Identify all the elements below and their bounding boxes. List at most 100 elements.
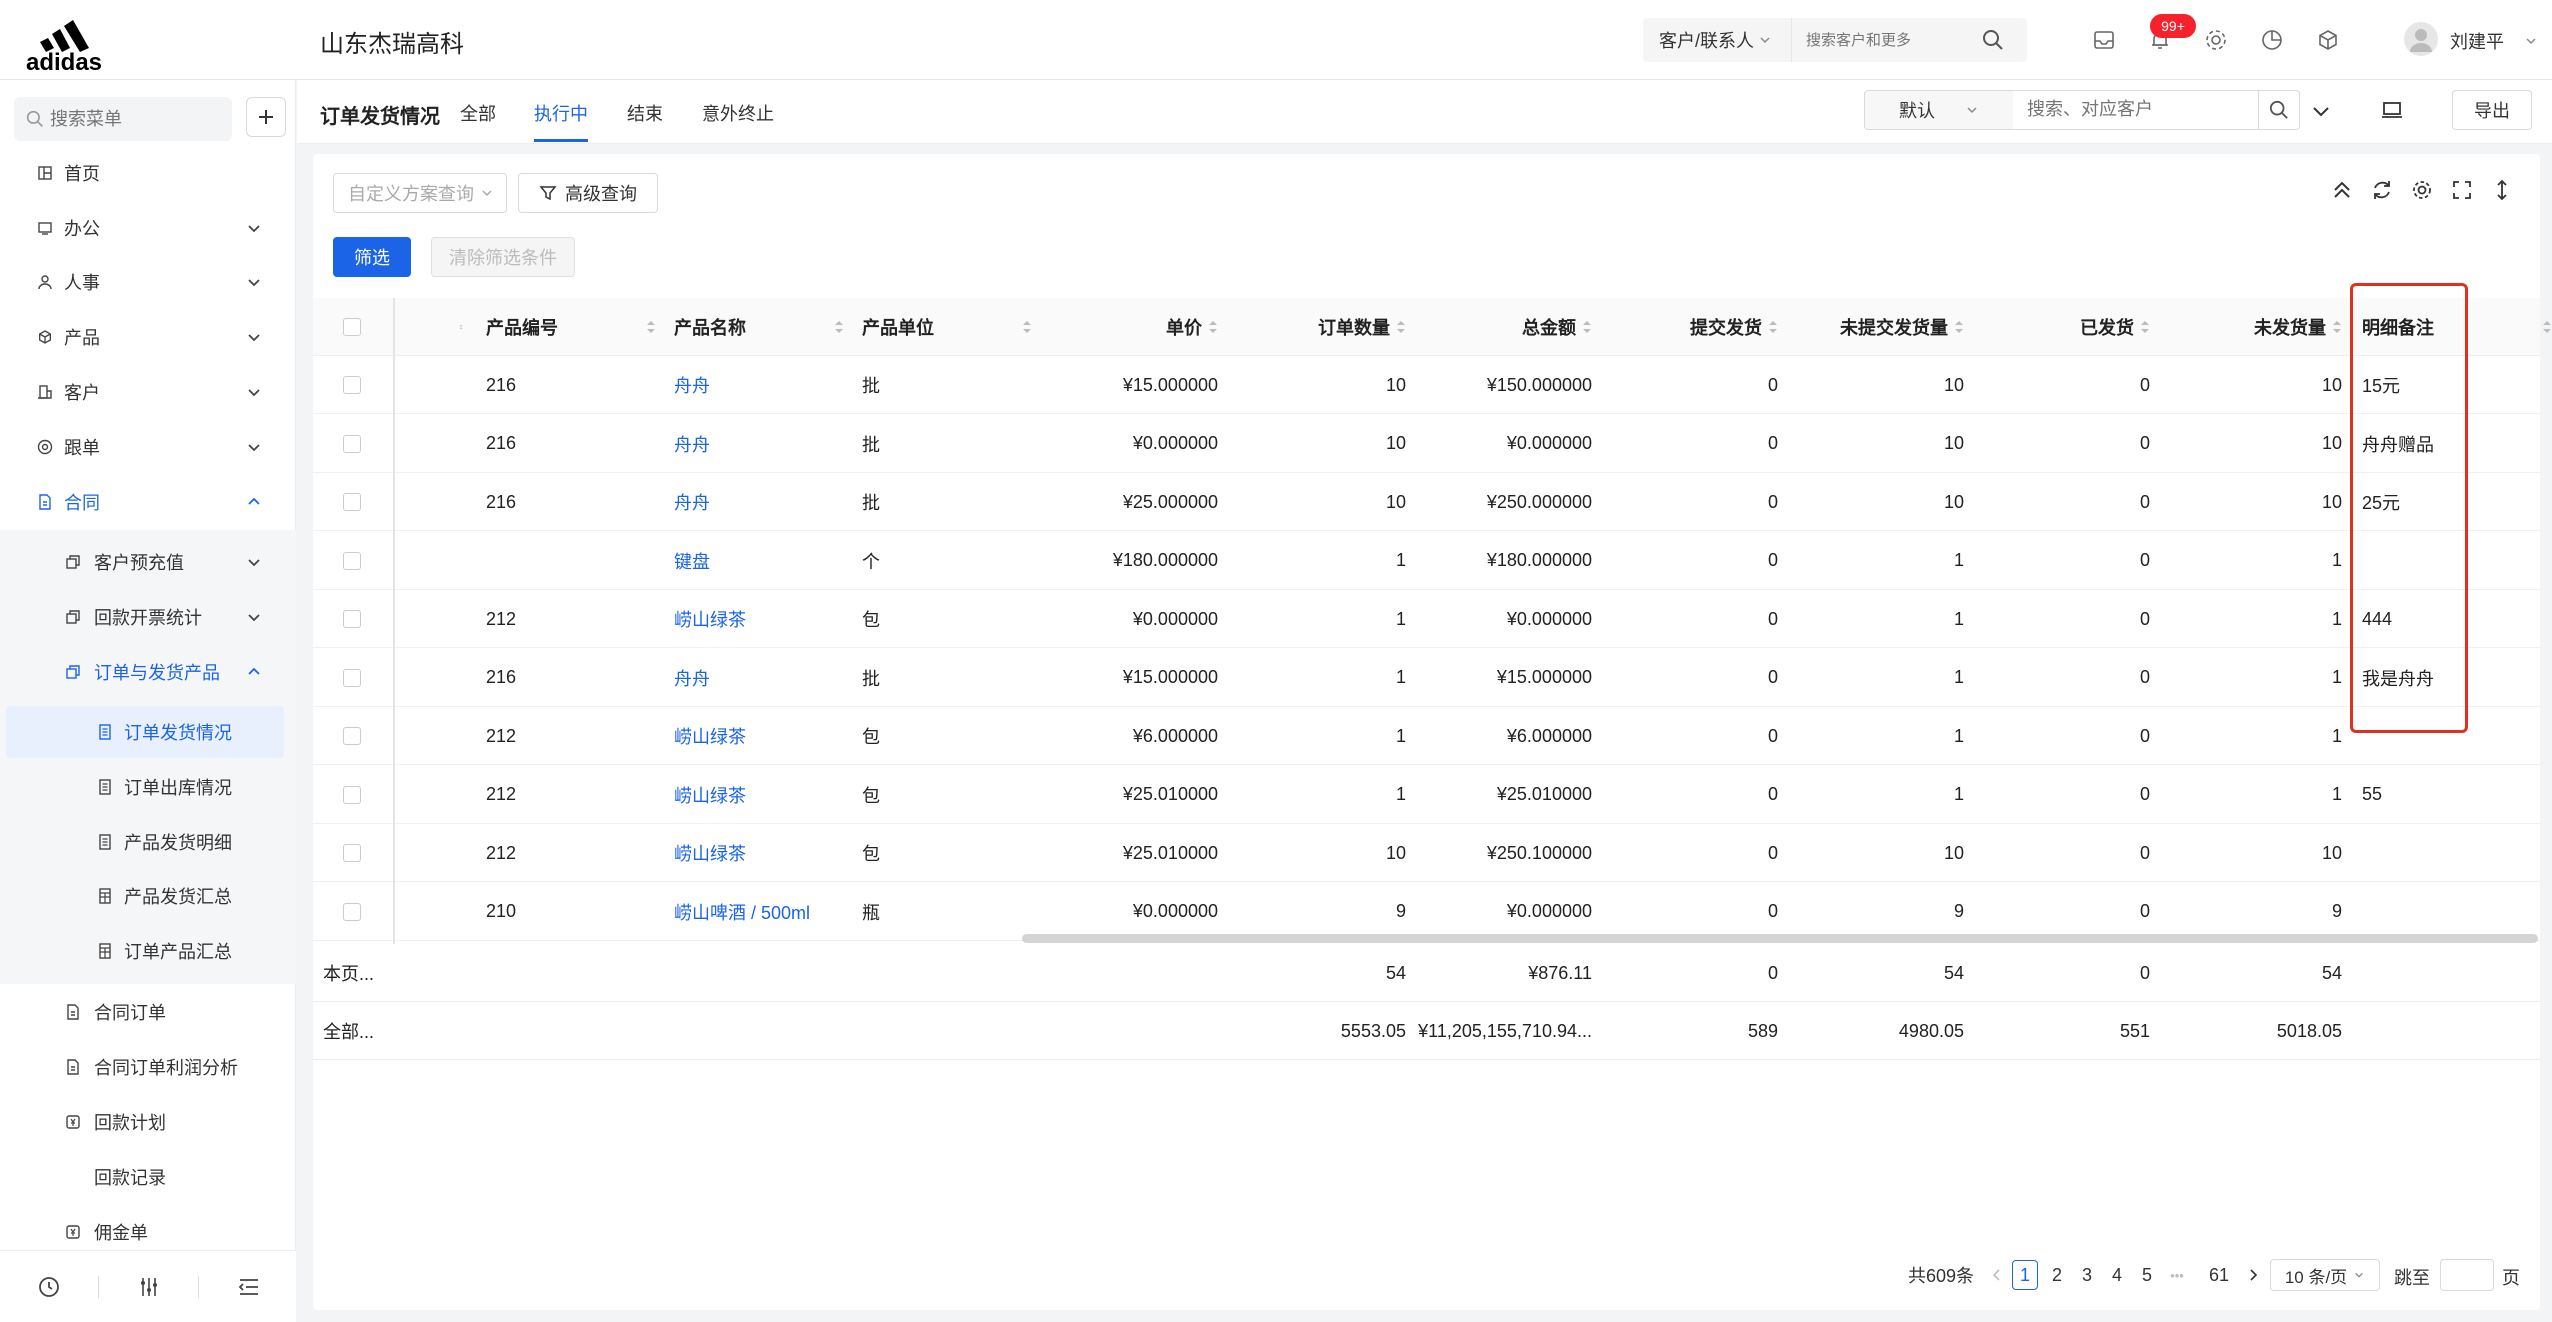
product-name-link[interactable]: 舟舟: [674, 415, 844, 473]
product-name-link[interactable]: 舟舟: [674, 649, 844, 707]
page-4[interactable]: 4: [2104, 1260, 2130, 1290]
sliders-icon[interactable]: [136, 1274, 162, 1300]
sidebar-item-product[interactable]: 产品: [0, 311, 296, 363]
column-header-unsubmitted[interactable]: 未提交发货量: [1796, 298, 1964, 356]
jump-page-input[interactable]: [2440, 1259, 2494, 1291]
next-page-icon[interactable]: [2246, 1268, 2260, 1282]
sidebar-item-product-shipping-detail[interactable]: 产品发货明细: [0, 816, 296, 868]
row-checkbox[interactable]: [343, 785, 361, 804]
column-header-price[interactable]: 单价: [1050, 298, 1218, 356]
product-name-link[interactable]: 崂山绿茶: [674, 590, 844, 648]
sidebar-item-payment-plan[interactable]: 回款计划: [0, 1096, 296, 1148]
row-height-icon[interactable]: [2490, 178, 2514, 202]
list-search[interactable]: [2013, 90, 2259, 130]
row-checkbox[interactable]: [343, 551, 361, 570]
column-header-unshipped[interactable]: 未发货量: [2170, 298, 2342, 356]
column-header-amount[interactable]: 总金额: [1424, 298, 1592, 356]
chevron-down-icon[interactable]: [2524, 34, 2538, 48]
advanced-query-button[interactable]: 高级查询: [518, 173, 658, 213]
sidebar-item-customer[interactable]: 客户: [0, 366, 296, 418]
sidebar-item-prepaid[interactable]: 客户预充值: [0, 536, 296, 588]
page-5[interactable]: 5: [2134, 1260, 2160, 1290]
product-name-link[interactable]: 键盘: [674, 532, 844, 590]
row-checkbox[interactable]: [343, 610, 361, 628]
product-name-link[interactable]: 崂山啤酒 / 500ml: [674, 883, 844, 941]
tab-all[interactable]: 全部: [460, 100, 496, 126]
column-header-shipped[interactable]: 已发货: [1982, 298, 2150, 356]
row-checkbox[interactable]: [343, 902, 361, 921]
refresh-icon[interactable]: [2370, 178, 2394, 202]
row-checkbox[interactable]: [343, 493, 361, 511]
page-ellipsis[interactable]: •••: [2164, 1260, 2190, 1290]
sidebar-item-payment-records[interactable]: 回款记录: [0, 1151, 296, 1203]
scheme-query-select[interactable]: 自定义方案查询: [333, 173, 507, 213]
add-menu-button[interactable]: [246, 97, 286, 137]
prev-page-icon[interactable]: [1990, 1268, 2004, 1282]
row-checkbox[interactable]: [343, 434, 361, 453]
tab-terminated[interactable]: 意外终止: [702, 100, 774, 126]
settings-icon[interactable]: [2410, 178, 2434, 202]
pie-chart-icon[interactable]: [2258, 26, 2286, 54]
history-icon[interactable]: [36, 1274, 62, 1300]
column-header-name[interactable]: 产品名称: [674, 298, 844, 356]
horizontal-scrollbar[interactable]: [1022, 934, 2538, 943]
adidas-logo[interactable]: adidas: [18, 8, 110, 72]
avatar[interactable]: [2404, 22, 2438, 56]
search-scope-select[interactable]: 客户/联系人: [1643, 18, 1791, 62]
sidebar-item-followup[interactable]: 跟单: [0, 421, 296, 473]
filter-button[interactable]: 筛选: [333, 237, 411, 277]
clear-filters-button[interactable]: 清除筛选条件: [431, 237, 575, 277]
sidebar-item-payment-invoice[interactable]: 回款开票统计: [0, 591, 296, 643]
row-checkbox[interactable]: [343, 844, 361, 862]
menu-search-input[interactable]: [50, 108, 220, 130]
product-name-link[interactable]: 崂山绿茶: [674, 824, 844, 882]
cube-icon[interactable]: [2314, 26, 2342, 54]
export-button[interactable]: 导出: [2452, 90, 2532, 130]
page-last[interactable]: 61: [2206, 1260, 2232, 1290]
column-sort-hidden[interactable]: [453, 298, 463, 356]
sidebar-item-order-product-summary[interactable]: 订单产品汇总: [0, 925, 296, 977]
fullscreen-icon[interactable]: [2450, 178, 2474, 202]
sidebar-item-hr[interactable]: 人事: [0, 256, 296, 308]
product-name-link[interactable]: 舟舟: [674, 356, 844, 414]
column-header-submitted[interactable]: 提交发货: [1610, 298, 1778, 356]
tab-finished[interactable]: 结束: [627, 100, 663, 126]
column-header-qty[interactable]: 订单数量: [1236, 298, 1406, 356]
product-name-link[interactable]: 舟舟: [674, 473, 844, 531]
sidebar-item-order-delivery-status[interactable]: 订单发货情况: [0, 706, 296, 758]
tab-in-progress[interactable]: 执行中: [534, 100, 588, 126]
chevron-down-icon[interactable]: [2310, 100, 2332, 122]
gear-icon[interactable]: [2202, 26, 2230, 54]
sidebar-item-contract[interactable]: 合同: [0, 476, 296, 528]
page-3[interactable]: 3: [2074, 1260, 2100, 1290]
page-size-select[interactable]: 10 条/页: [2270, 1259, 2380, 1291]
sidebar-item-home[interactable]: 首页: [0, 147, 296, 199]
page-1[interactable]: 1: [2012, 1260, 2038, 1290]
list-search-button[interactable]: [2258, 90, 2300, 130]
sort-select[interactable]: 默认: [1864, 90, 2014, 130]
list-search-input[interactable]: [2013, 91, 2243, 127]
page-2[interactable]: 2: [2044, 1260, 2070, 1290]
sidebar-item-product-shipping-summary[interactable]: 产品发货汇总: [0, 870, 296, 922]
product-name-link[interactable]: 崂山绿茶: [674, 766, 844, 824]
product-name-link[interactable]: 崂山绿茶: [674, 707, 844, 765]
global-search[interactable]: [1791, 18, 2027, 62]
user-name[interactable]: 刘建平: [2450, 28, 2504, 54]
sidebar-item-order-outbound[interactable]: 订单出库情况: [0, 761, 296, 813]
column-header-unit[interactable]: 产品单位: [862, 298, 1032, 356]
sidebar-item-contract-profit[interactable]: 合同订单利润分析: [0, 1041, 296, 1093]
inbox-icon[interactable]: [2090, 26, 2118, 54]
select-all-checkbox[interactable]: [343, 318, 361, 336]
collapse-menu-icon[interactable]: [236, 1274, 262, 1300]
print-icon[interactable]: [2380, 98, 2404, 122]
row-checkbox[interactable]: [343, 727, 361, 745]
global-search-input[interactable]: [1792, 20, 1982, 60]
column-header-code[interactable]: 产品编号: [486, 298, 656, 356]
collapse-up-icon[interactable]: [2330, 178, 2354, 202]
sidebar-item-office[interactable]: 办公: [0, 202, 296, 254]
sidebar-item-contract-orders[interactable]: 合同订单: [0, 986, 296, 1038]
sidebar-item-order-shipping[interactable]: 订单与发货产品: [0, 646, 296, 698]
row-checkbox[interactable]: [343, 376, 361, 394]
row-checkbox[interactable]: [343, 668, 361, 687]
menu-search[interactable]: [14, 97, 232, 141]
